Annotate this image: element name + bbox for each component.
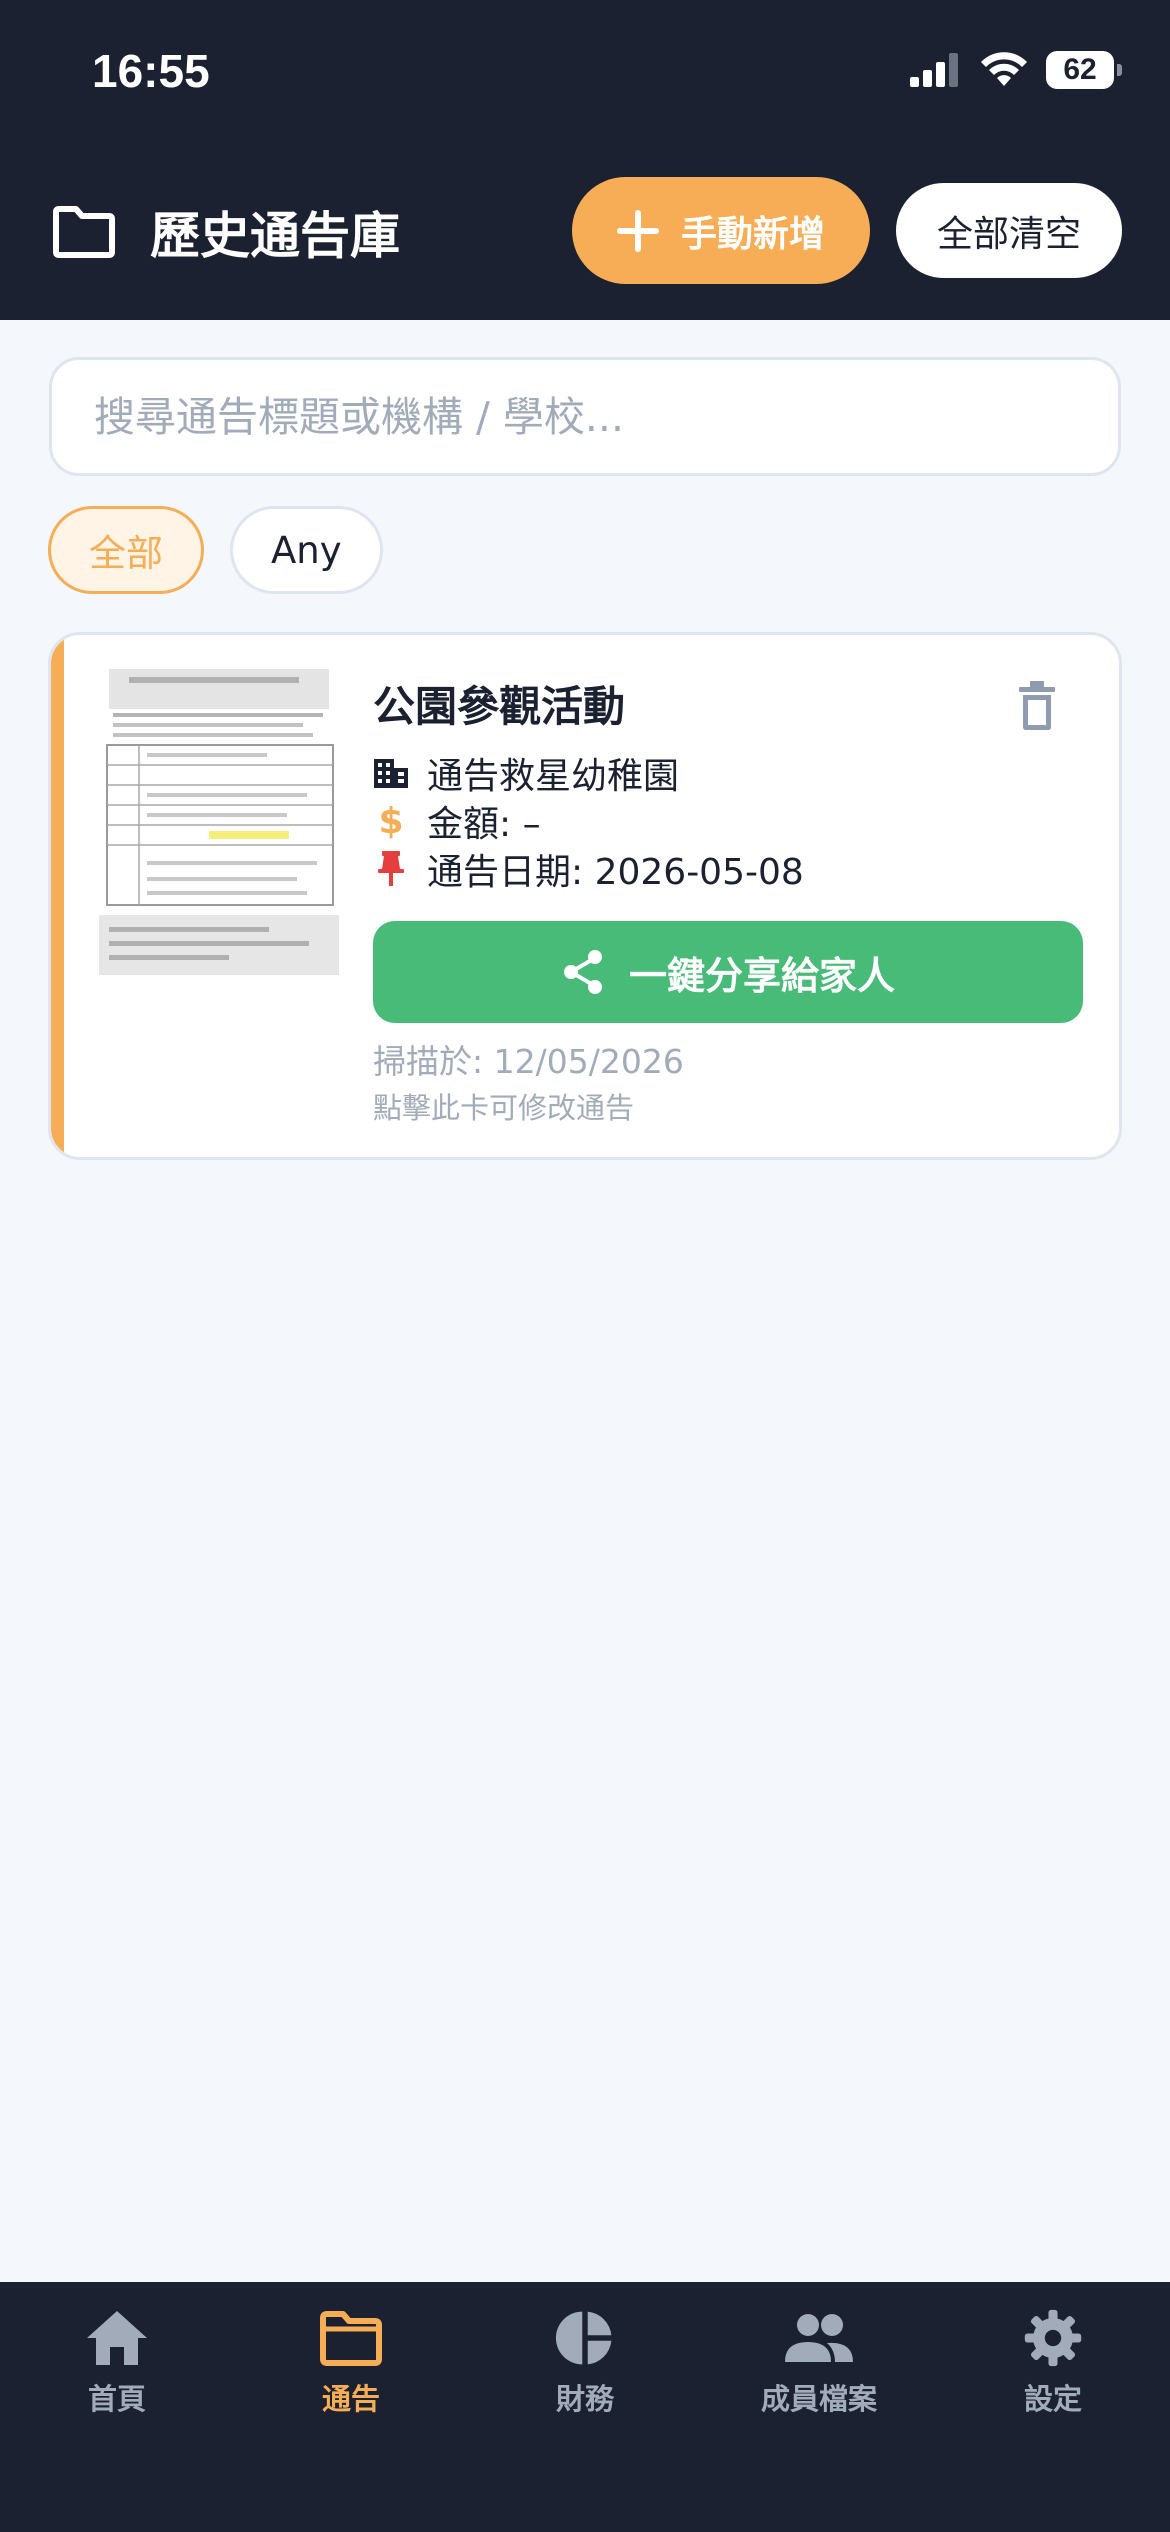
organization-row: 通告救星幼稚園 (373, 747, 679, 799)
nav-label: 成員檔案 (760, 2382, 877, 2416)
home-icon (87, 2311, 147, 2365)
battery-indicator: 62 (1046, 51, 1122, 89)
nav-label: 設定 (1023, 2382, 1082, 2416)
nav-item-finance[interactable]: 財務 (468, 2282, 702, 2532)
people-icon (785, 2314, 853, 2362)
plus-icon (616, 209, 659, 252)
share-icon (563, 950, 602, 994)
nav-label: 財務 (555, 2382, 614, 2416)
amount-text: 金額: – (427, 804, 541, 845)
notice-history-screen: 16:55 62 歷史通告庫 手動新增 全部清空 搜尋通告標題或機構 / 學校.… (0, 0, 1170, 2532)
filter-chips: 全部 Any (48, 506, 383, 594)
filter-chip-all[interactable]: 全部 (48, 506, 204, 594)
wifi-icon (981, 52, 1027, 86)
clear-all-button[interactable]: 全部清空 (896, 183, 1122, 278)
nav-label: 首頁 (87, 2382, 146, 2416)
filter-chip-label: 全部 (89, 532, 163, 575)
search-input[interactable] (49, 357, 1121, 476)
edit-hint-text: 點擊此卡可修改通告 (373, 1091, 635, 1125)
status-time: 16:55 (92, 45, 210, 97)
scanned-at-text: 掃描於: 12/05/2026 (373, 1042, 684, 1081)
amount-row: $ 金額: – (373, 795, 541, 847)
page-title: 歷史通告庫 (150, 207, 400, 265)
folder-icon (53, 206, 115, 258)
dollar-icon: $ (378, 800, 404, 842)
folder-icon (320, 2311, 382, 2366)
nav-item-home[interactable]: 首頁 (0, 2282, 234, 2532)
top-bar: 16:55 62 歷史通告庫 手動新增 全部清空 (0, 0, 1170, 320)
header-title-group: 歷史通告庫 (52, 196, 400, 268)
organization-name: 通告救星幼稚園 (427, 756, 680, 797)
bottom-nav: 首頁 通告 財務 成員檔案 設定 (0, 2282, 1170, 2532)
notice-card[interactable]: 公園參觀活動 通告救星幼稚園 $ 金額: – 通告日期: 2026-05-08 … (48, 632, 1122, 1160)
status-icons: 62 (910, 50, 1122, 90)
nav-item-settings[interactable]: 設定 (936, 2282, 1170, 2532)
notice-date-row: 通告日期: 2026-05-08 (373, 843, 804, 895)
share-button-label: 一鍵分享給家人 (628, 953, 895, 998)
gear-icon (1024, 2309, 1082, 2367)
notice-title: 公園參觀活動 (373, 682, 626, 731)
trash-icon[interactable] (1017, 681, 1057, 731)
building-icon (373, 757, 409, 789)
clear-all-label: 全部清空 (936, 213, 1081, 255)
manual-add-button[interactable]: 手動新增 (572, 177, 870, 284)
pie-chart-icon (555, 2311, 612, 2365)
nav-item-notices[interactable]: 通告 (234, 2282, 468, 2532)
nav-item-members[interactable]: 成員檔案 (702, 2282, 936, 2532)
pushpin-icon (373, 851, 409, 887)
filter-chip-any[interactable]: Any (230, 506, 383, 594)
card-accent-bar (51, 635, 64, 1157)
cellular-signal-icon (910, 53, 958, 87)
filter-chip-label: Any (271, 528, 342, 572)
share-to-family-button[interactable]: 一鍵分享給家人 (373, 921, 1083, 1023)
manual-add-label: 手動新增 (680, 213, 825, 255)
notice-thumbnail (99, 665, 339, 995)
nav-label: 通告 (321, 2382, 380, 2416)
notice-date-text: 通告日期: 2026-05-08 (427, 852, 804, 893)
